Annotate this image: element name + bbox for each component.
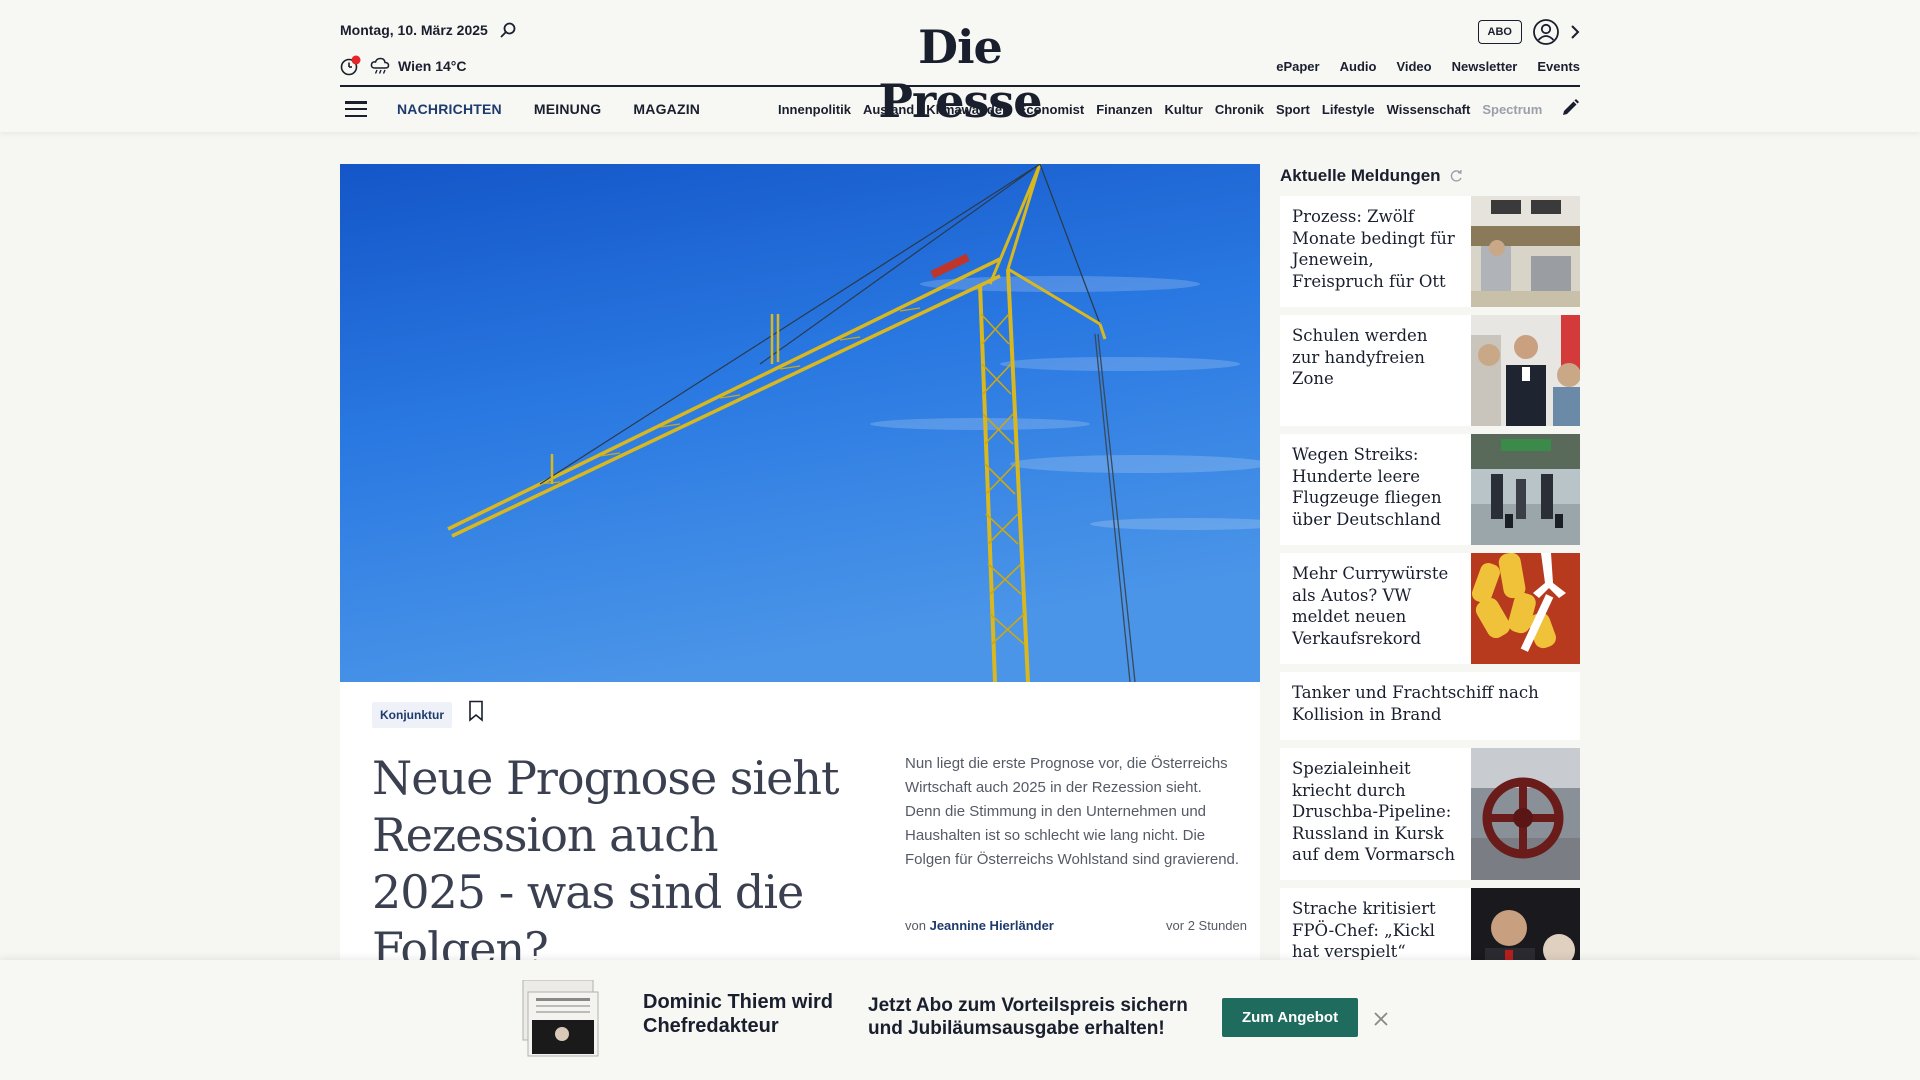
news-title[interactable]: Mehr Currywürste als Autos? VW meldet ne… [1280,553,1471,664]
author-link[interactable]: Jeannine Hierländer [930,918,1054,933]
pipeline-valve-thumbnail [1471,748,1580,880]
user-account-icon[interactable] [1532,18,1560,46]
article-teaser: Nun liegt die erste Prognose vor, die Ös… [905,755,1240,868]
primary-nav: NACHRICHTEN MEINUNG MAGAZIN [397,101,700,117]
newspaper-image [522,980,599,1057]
nav-wissenschaft[interactable]: Wissenschaft [1387,102,1471,117]
airport-thumbnail [1471,434,1580,545]
nav-meinung[interactable]: MEINUNG [534,101,602,117]
history-icon[interactable] [340,55,362,77]
sidebar-title[interactable]: Aktuelle Meldungen [1280,166,1441,186]
main-navigation: NACHRICHTEN MEINUNG MAGAZIN Innenpolitik… [340,86,1580,132]
link-events[interactable]: Events [1537,59,1580,74]
article-headline[interactable]: Neue Prognose sieht Rezession auch 2025 … [372,750,842,978]
promo-text: Jetzt Abo zum Vorteilspreis sichern und … [868,995,1188,1039]
nav-ausland[interactable]: Ausland [863,102,914,117]
byline-prefix: von [905,918,926,933]
byline-author-wrap: von Jeannine Hierländer [905,918,1054,933]
bookmark-icon[interactable] [468,700,484,722]
news-title[interactable]: Prozess: Zwölf Monate bedingt für Jenewe… [1280,196,1471,307]
news-title[interactable]: Tanker und Frachtschiff nach Kollision i… [1280,672,1580,740]
news-title[interactable]: Wegen Streiks: Hunderte leere Flugzeuge … [1280,434,1471,545]
link-epaper[interactable]: ePaper [1276,59,1319,74]
courtroom-thumbnail [1471,196,1580,307]
subscription-banner: Dominic Thiem wird Chefredakteur Jetzt A… [0,960,1920,1080]
weather-text[interactable]: Wien 14°C [398,58,467,74]
news-item[interactable]: Mehr Currywürste als Autos? VW meldet ne… [1280,553,1580,664]
nav-nachrichten[interactable]: NACHRICHTEN [397,101,502,117]
news-title[interactable]: Spezialeinheit kriecht durch Druschba-Pi… [1280,748,1471,880]
menu-icon[interactable] [345,101,367,117]
article-byline: von Jeannine Hierländer vor 2 Stunden [905,918,1247,933]
category-nav: Innenpolitik Ausland Klimawandel Economi… [778,102,1543,117]
search-icon[interactable] [500,22,516,38]
current-date: Montag, 10. März 2025 [340,22,488,38]
lead-article[interactable]: Konjunktur Neue Prognose sieht Rezession… [340,682,1260,976]
nav-spectrum[interactable]: Spectrum [1482,102,1542,117]
chevron-right-icon[interactable] [1570,24,1580,40]
link-audio[interactable]: Audio [1340,59,1377,74]
sidebar-title-row: Aktuelle Meldungen [1280,164,1580,188]
fries-thumbnail [1471,553,1580,664]
weather-row: Wien 14°C [340,55,467,77]
header-inner: Montag, 10. März 2025 Wien 14°C Die Pres… [340,0,1580,132]
news-sidebar: Aktuelle Meldungen Prozess: Zwölf Monate… [1280,164,1580,986]
category-tag[interactable]: Konjunktur [372,702,452,728]
news-title[interactable]: Schulen werden zur handyfreien Zone [1280,315,1471,426]
account-area: ABO [1477,18,1580,46]
abo-button[interactable]: ABO [1477,20,1522,44]
nav-chronik[interactable]: Chronik [1215,102,1264,117]
nav-innenpolitik[interactable]: Innenpolitik [778,102,851,117]
nav-magazin[interactable]: MAGAZIN [633,101,700,117]
news-item[interactable]: Spezialeinheit kriecht durch Druschba-Pi… [1280,748,1580,880]
news-item[interactable]: Wegen Streiks: Hunderte leere Flugzeuge … [1280,434,1580,545]
offer-button[interactable]: Zum Angebot [1222,998,1359,1037]
hero-image[interactable] [340,164,1260,682]
nav-finanzen[interactable]: Finanzen [1096,102,1152,117]
news-item[interactable]: Schulen werden zur handyfreien Zone [1280,315,1580,426]
promo-title: Dominic Thiem wird Chefredakteur [643,991,834,1037]
pencil-icon[interactable] [1560,98,1580,118]
press-conference-thumbnail [1471,315,1580,426]
link-video[interactable]: Video [1396,59,1431,74]
article-time: vor 2 Stunden [1166,918,1247,933]
nav-lifestyle[interactable]: Lifestyle [1322,102,1375,117]
news-item[interactable]: Tanker und Frachtschiff nach Kollision i… [1280,672,1580,740]
date-row: Montag, 10. März 2025 [340,22,516,38]
rain-cloud-icon [370,57,390,74]
news-item[interactable]: Prozess: Zwölf Monate bedingt für Jenewe… [1280,196,1580,307]
crane-illustration [340,164,1260,682]
close-icon[interactable] [1372,1010,1390,1028]
site-header: Montag, 10. März 2025 Wien 14°C Die Pres… [0,0,1920,132]
service-links: ePaper Audio Video Newsletter Events [1276,59,1580,74]
nav-economist[interactable]: Economist [1018,102,1084,117]
refresh-icon[interactable] [1449,169,1463,183]
link-newsletter[interactable]: Newsletter [1452,59,1518,74]
nav-klimawandel[interactable]: Klimawandel [926,102,1005,117]
nav-kultur[interactable]: Kultur [1165,102,1203,117]
nav-sport[interactable]: Sport [1276,102,1310,117]
